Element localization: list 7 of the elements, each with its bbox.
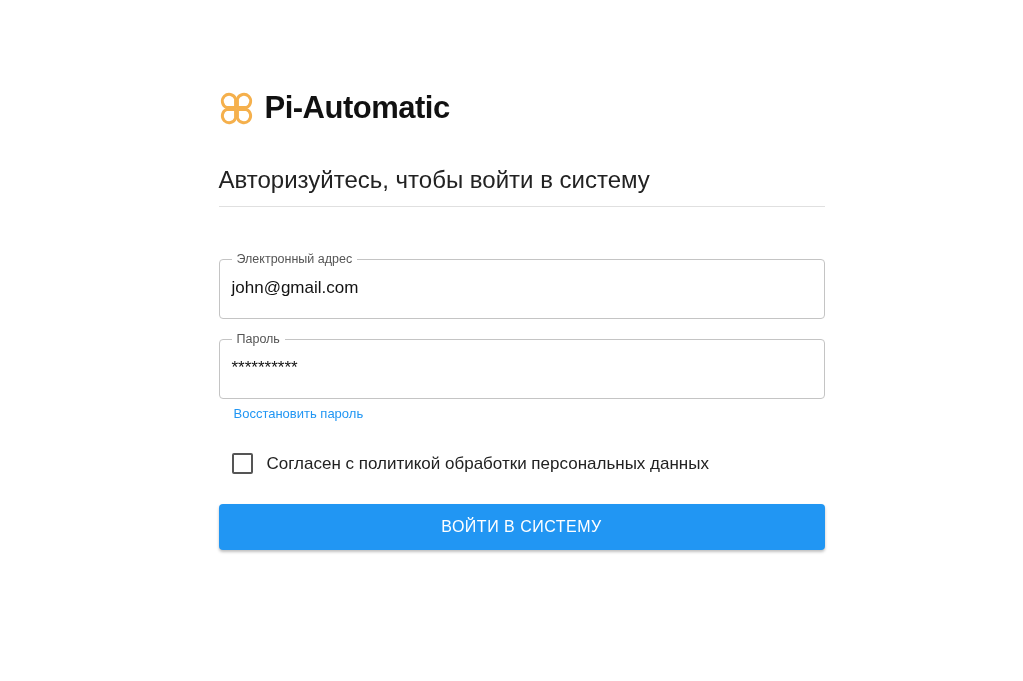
checkbox[interactable] (231, 453, 253, 474)
input-field[interactable]: Электронный адрес john@gmail.com (218, 251, 825, 319)
input-field[interactable]: Пароль ********** (218, 331, 825, 399)
consent-label: Согласен с политикой обработки персональных данных (266, 453, 709, 474)
brand-name: Pi-Automatic (264, 90, 450, 126)
page-heading: Авторизуйтесь, чтобы войти в систему (218, 166, 825, 207)
logo-icon (218, 90, 254, 126)
